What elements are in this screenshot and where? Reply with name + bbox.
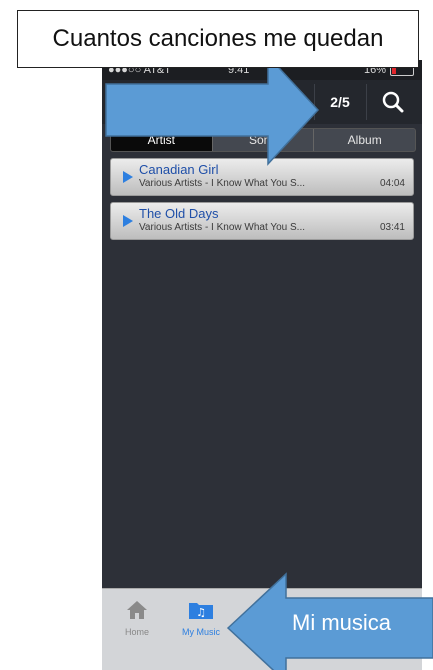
callout-top: Cuantos canciones me quedan bbox=[17, 10, 419, 68]
right-arrow-shape bbox=[105, 54, 320, 166]
annotation-arrows bbox=[105, 54, 433, 670]
callout-bottom: Mi musica bbox=[292, 610, 392, 635]
